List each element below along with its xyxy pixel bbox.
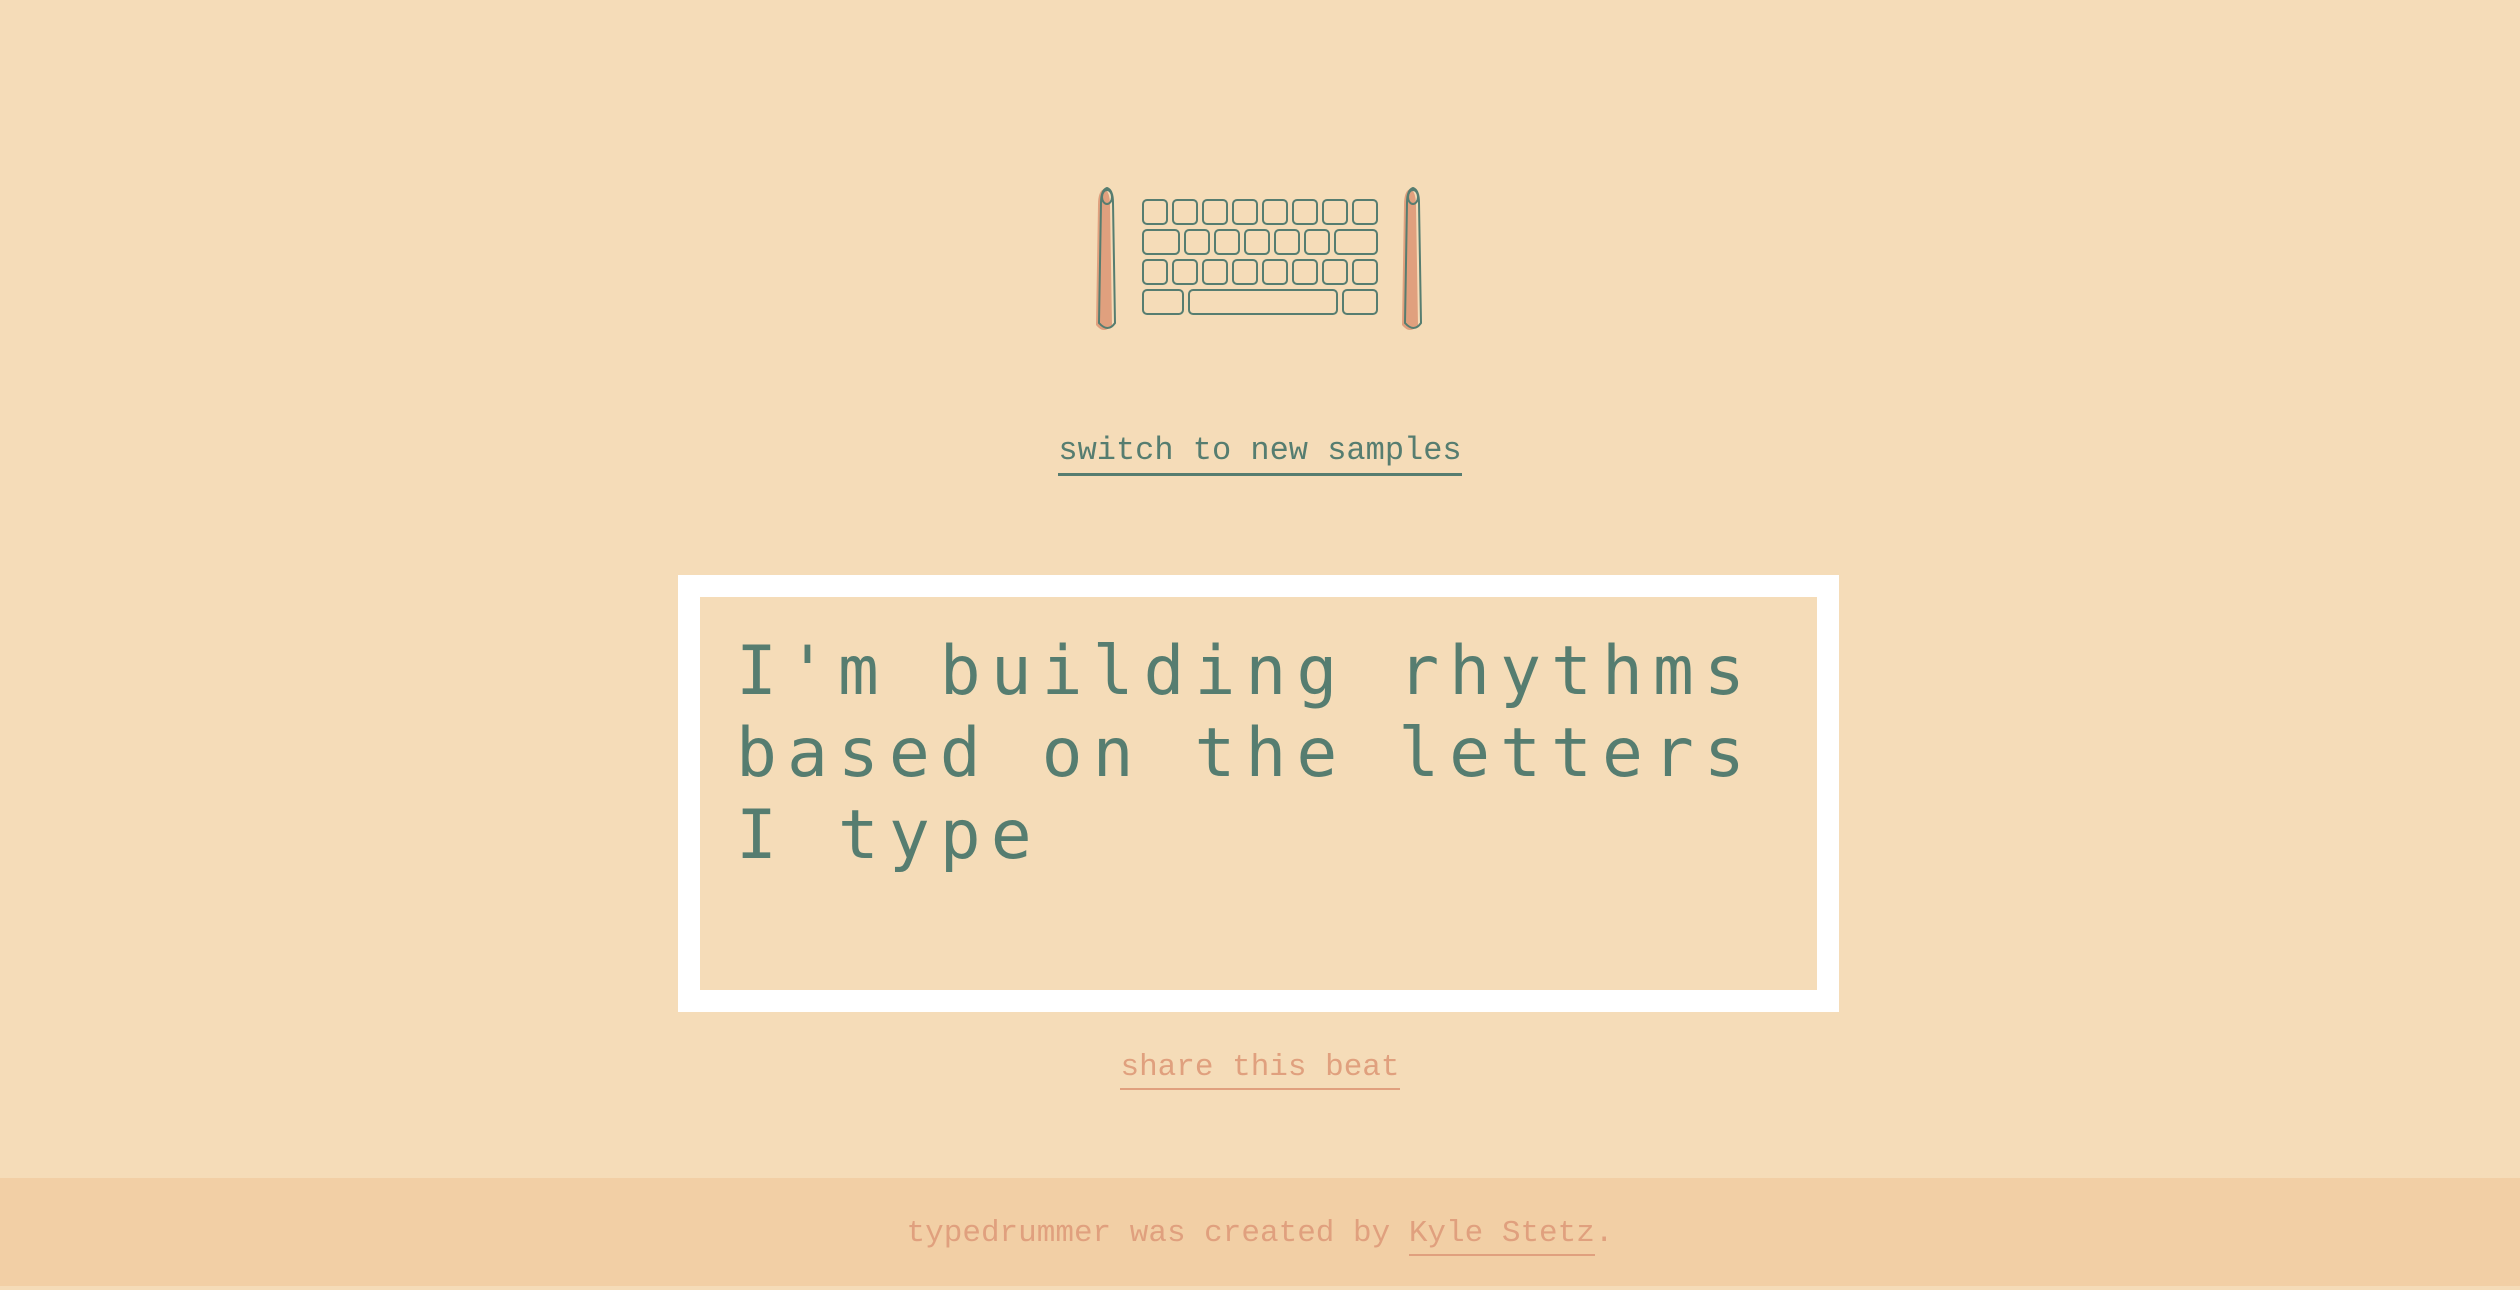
switch-samples-link[interactable]: switch to new samples — [1058, 432, 1462, 476]
main-area: switch to new samples I'm building rhyth… — [0, 0, 2520, 1178]
share-beat-link[interactable]: share this beat — [1120, 1050, 1400, 1090]
keyboard-icon — [1142, 199, 1378, 315]
editor-frame: I'm building rhythms based on the letter… — [678, 575, 1839, 1012]
keyboard-drumsticks-logo-icon — [1096, 186, 1423, 330]
beat-text-editor[interactable]: I'm building rhythms based on the letter… — [700, 597, 1817, 990]
author-link[interactable]: Kyle Stetz — [1408, 1216, 1595, 1256]
left-drumstick-icon — [1096, 186, 1117, 330]
footer-credit-text: typedrummer was created by — [906, 1216, 1409, 1251]
footer: typedrummer was created by Kyle Stetz. — [0, 1178, 2520, 1286]
share-row: share this beat — [0, 1050, 2520, 1090]
right-drumstick-icon — [1402, 186, 1423, 330]
switch-samples-row: switch to new samples — [0, 432, 2520, 476]
footer-period: . — [1594, 1216, 1614, 1251]
